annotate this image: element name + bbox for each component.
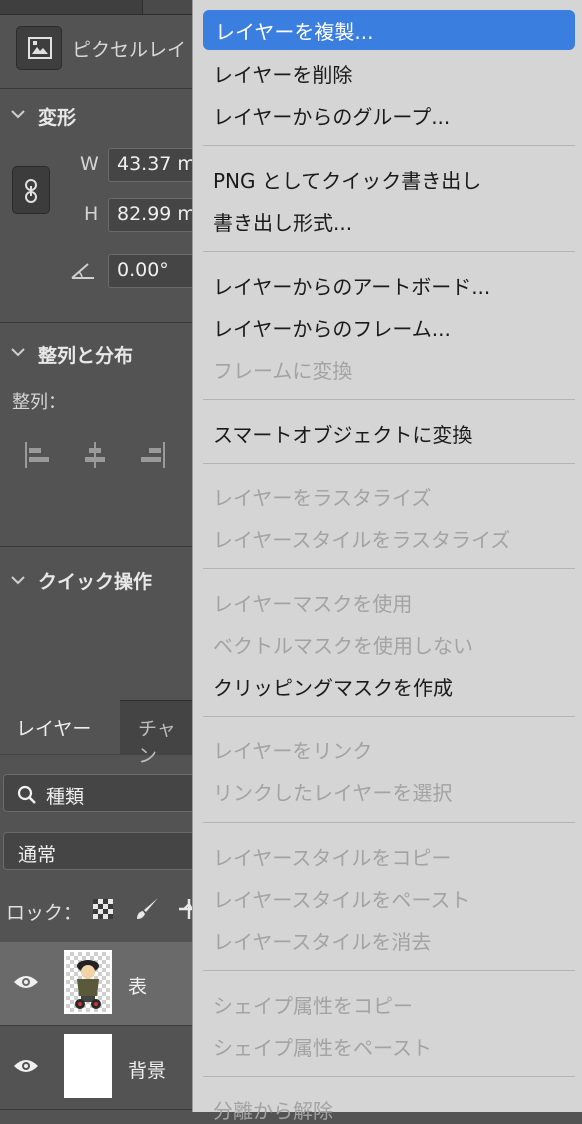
menu-item-rasterize-layer-style: レイヤースタイルをラスタライズ — [213, 528, 511, 552]
layer-row-background[interactable]: 背景 — [0, 1026, 192, 1110]
menu-item-export-as[interactable]: 書き出し形式... — [213, 207, 352, 236]
quick-actions-section-title[interactable]: クイック操作 — [38, 567, 152, 594]
layer-name: 背景 — [128, 1060, 167, 1082]
eye-icon[interactable] — [12, 973, 40, 995]
menu-separator — [203, 1076, 575, 1077]
menu-item-create-clipping-mask[interactable]: クリッピングマスクを作成 — [213, 672, 453, 701]
menu-item-paste-shape-attributes: シェイプ属性をペースト — [213, 1036, 432, 1060]
menu-item-artboard-from-layers[interactable]: レイヤーからのアートボード... — [213, 271, 490, 300]
menu-item-clear-layer-style: レイヤースタイルを消去 — [213, 930, 432, 954]
height-label: H — [84, 203, 99, 225]
menu-separator — [203, 716, 575, 717]
menu-item-disable-vector-mask: ベクトルマスクを使用しない — [213, 634, 473, 658]
pixel-layer-icon — [16, 26, 62, 70]
height-field[interactable]: 82.99 m — [108, 198, 198, 232]
align-right-icon[interactable] — [138, 440, 168, 470]
link-proportions-button[interactable] — [12, 166, 50, 214]
width-label: W — [80, 153, 99, 175]
menu-item-duplicate-layer[interactable]: レイヤーを複製... — [203, 10, 575, 50]
layer-filter-search[interactable]: 種類 — [3, 774, 203, 812]
menu-item-link-layers: レイヤーをリンク — [213, 739, 373, 763]
search-icon — [17, 785, 36, 804]
menu-item-quick-export-png[interactable]: PNG としてクイック書き出し — [213, 165, 481, 194]
lock-label: ロック： — [6, 902, 83, 924]
menu-item-delete-layer[interactable]: レイヤーを削除 — [213, 59, 352, 88]
width-field[interactable]: 43.37 m — [108, 148, 198, 182]
align-left-icon[interactable] — [22, 440, 52, 470]
align-horizontal-center-icon[interactable] — [80, 440, 110, 470]
divider — [0, 88, 192, 89]
menu-item-rasterize-layer: レイヤーをラスタライズ — [213, 486, 432, 510]
layer-row-omote[interactable]: 表 — [0, 942, 192, 1026]
menu-item-copy-layer-style: レイヤースタイルをコピー — [213, 846, 452, 870]
menu-item-convert-to-smart-object[interactable]: スマートオブジェクトに変換 — [213, 419, 472, 448]
transform-section-title[interactable]: 変形 — [38, 103, 76, 130]
menu-item-copy-shape-attributes: シェイプ属性をコピー — [213, 994, 413, 1018]
menu-item-group-from-layers[interactable]: レイヤーからのグループ... — [213, 101, 450, 130]
layer-context-menu: レイヤーを複製... レイヤーを削除 レイヤーからのグループ... PNG とし… — [192, 0, 582, 1123]
divider — [0, 546, 192, 547]
menu-separator — [203, 251, 575, 252]
blend-mode-value: 通常 — [18, 844, 57, 866]
panel-top-bar — [0, 0, 193, 15]
properties-panel: ピクセルレイ 変形 W 43.37 m H 82.99 m 0.00° 整列と分… — [0, 0, 203, 1112]
menu-item-select-linked-layers: リンクしたレイヤーを選択 — [213, 781, 453, 805]
lock-position-icon[interactable] — [176, 896, 193, 926]
eye-icon[interactable] — [12, 1057, 40, 1079]
menu-item-frame-from-layers[interactable]: レイヤーからのフレーム... — [213, 313, 451, 342]
layer-type-label: ピクセルレイ — [72, 39, 187, 61]
align-sub-label: 整列： — [12, 392, 66, 413]
menu-separator — [203, 463, 575, 464]
tab-layers[interactable]: レイヤー — [0, 700, 120, 754]
tab-channels[interactable]: チャン — [138, 714, 192, 768]
chevron-down-icon[interactable] — [10, 571, 26, 590]
lock-image-pixels-icon[interactable] — [134, 896, 160, 926]
menu-separator — [203, 145, 575, 146]
layer-thumbnail — [64, 1034, 112, 1098]
blend-mode-select[interactable]: 通常 — [3, 832, 203, 870]
menu-separator — [203, 399, 575, 400]
menu-item-paste-layer-style: レイヤースタイルをペースト — [213, 888, 471, 912]
filter-kind-label: 種類 — [46, 786, 85, 808]
menu-separator — [203, 568, 575, 569]
layer-name: 表 — [128, 976, 148, 998]
lock-transparency-icon[interactable] — [92, 898, 114, 924]
chevron-down-icon[interactable] — [10, 105, 26, 124]
menu-item-release-from-isolation: 分離から解除 — [213, 1099, 333, 1123]
layer-thumbnail — [64, 950, 112, 1014]
menu-separator — [203, 970, 575, 971]
angle-icon — [70, 260, 96, 284]
menu-item-enable-layer-mask: レイヤーマスクを使用 — [213, 592, 413, 616]
menu-separator — [203, 822, 575, 823]
menu-item-convert-to-frame: フレームに変換 — [213, 359, 353, 383]
divider — [0, 322, 192, 323]
angle-field[interactable]: 0.00° — [108, 254, 198, 288]
panel-top-tab[interactable] — [142, 0, 193, 14]
chevron-down-icon[interactable] — [10, 343, 26, 362]
align-section-title[interactable]: 整列と分布 — [38, 341, 133, 368]
